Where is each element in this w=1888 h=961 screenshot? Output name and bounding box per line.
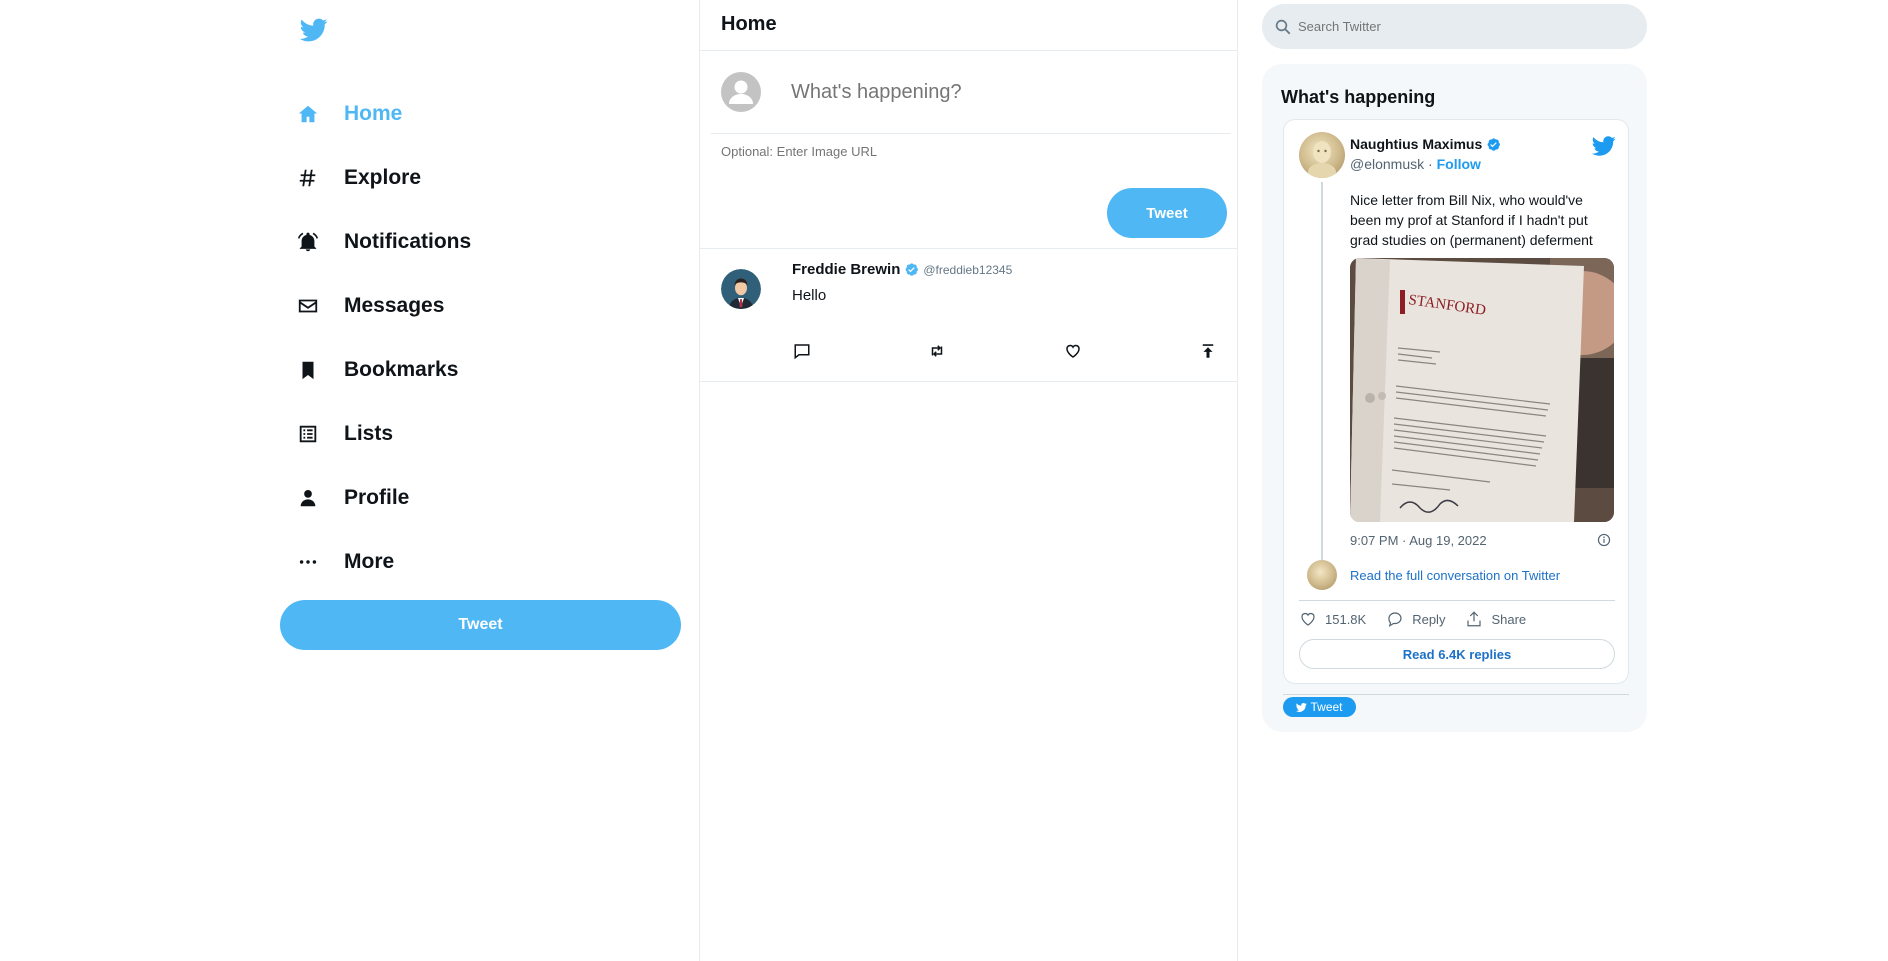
post-actions [792,341,1218,361]
reply-icon[interactable] [792,341,812,361]
reply-label: Reply [1412,611,1446,627]
verified-badge-icon [1487,137,1501,151]
composer-divider [711,133,1231,134]
sidebar-item-label: Lists [344,422,394,445]
avatar [721,72,761,112]
reply-icon [1388,612,1402,628]
embed-author-handle[interactable]: @elonmusk [1350,156,1424,172]
tweet-timestamp[interactable]: 9:07 PM · Aug 19, 2022 [1350,533,1487,548]
sidebar-item-more[interactable]: More [296,530,471,594]
embed-actions: 151.8K Reply Share [1299,610,1546,628]
person-icon [296,486,320,510]
post-author-name[interactable]: Freddie Brewin [792,261,900,278]
search-icon [1275,19,1291,34]
sidebar-item-label: Profile [344,486,410,509]
search-input[interactable] [1298,19,1618,34]
retweet-icon[interactable] [927,341,947,361]
sidebar-item-label: Bookmarks [344,358,459,381]
info-icon[interactable] [1597,533,1611,547]
sidebar-tweet-button[interactable]: Tweet [280,600,681,650]
more-icon [296,550,320,574]
twitter-bird-icon[interactable] [1592,134,1616,158]
bell-icon [296,230,320,254]
avatar[interactable] [1307,560,1337,590]
sidebar-item-home[interactable]: Home [296,82,471,146]
page-title: Home [721,13,777,35]
twitter-bird-icon [1296,702,1308,712]
home-icon [296,102,320,126]
sidebar-item-label: Home [344,102,403,125]
upload-icon [1467,611,1482,627]
image-url-input[interactable] [721,144,1121,159]
avatar[interactable] [1299,132,1345,178]
embedded-tweet[interactable]: Naughtius Maximus @elonmusk · Follow Nic… [1283,119,1629,684]
feed-header: Home [700,0,1237,51]
sidebar-nav: Home Explore Notifications Messages Book… [296,82,471,594]
share-button[interactable]: Share [1465,610,1526,628]
like-count: 151.8K [1325,611,1367,627]
sidebar-item-lists[interactable]: Lists [296,402,471,466]
like-button[interactable]: 151.8K [1299,610,1366,628]
hash-icon [296,166,320,190]
tweet-text-input[interactable] [791,80,1211,104]
share-label: Share [1491,611,1527,627]
sidebar-item-bookmarks[interactable]: Bookmarks [296,338,471,402]
sidebar-item-label: Notifications [344,230,472,253]
sidebar-item-label: Explore [344,166,422,189]
heart-icon [1301,612,1315,626]
embed-tweet-text: Nice letter from Bill Nix, who would've … [1350,192,1593,248]
avatar[interactable] [721,269,761,309]
separator-dot: · [1428,156,1433,172]
sidebar-item-messages[interactable]: Messages [296,274,471,338]
list-icon [296,422,320,446]
compose-tweet-button[interactable]: Tweet [1107,188,1227,238]
post-author-handle[interactable]: @freddieb12345 [923,263,1012,277]
widget-title: What's happening [1281,87,1436,107]
bookmark-icon [296,358,320,382]
search-bar[interactable] [1262,4,1647,49]
sidebar-item-profile[interactable]: Profile [296,466,471,530]
post-text: Hello [792,287,827,304]
like-icon[interactable] [1063,341,1083,361]
letter-photo[interactable]: STANFORD [1350,258,1614,522]
sidebar-item-label: More [344,550,395,573]
whats-happening-widget: What's happening Naughtius Maximus @elon… [1262,64,1647,732]
left-sidebar: Home Explore Notifications Messages Book… [280,0,685,961]
sidebar-item-label: Messages [344,294,445,317]
follow-link[interactable]: Follow [1437,156,1481,172]
sidebar-item-explore[interactable]: Explore [296,146,471,210]
thread-line [1321,182,1323,560]
sidebar-item-notifications[interactable]: Notifications [296,210,471,274]
embed-tweet-label: Tweet [1310,700,1343,714]
read-replies-button[interactable]: Read 6.4K replies [1299,639,1615,669]
tweet-post[interactable]: Freddie Brewin @freddieb12345 Hello [700,249,1237,382]
verified-badge-icon [905,263,919,276]
embed-author-name[interactable]: Naughtius Maximus [1350,136,1482,152]
main-feed: Home Tweet [699,0,1238,961]
read-conversation-link[interactable]: Read the full conversation on Twitter [1350,568,1560,583]
share-icon[interactable] [1198,341,1218,361]
twitter-logo-icon[interactable] [300,16,328,44]
embed-tweet-button[interactable]: Tweet [1283,697,1356,717]
mail-icon [296,294,320,318]
reply-button[interactable]: Reply [1386,610,1445,628]
tweet-composer [700,51,1237,181]
divider [1299,600,1615,601]
divider [1283,694,1629,695]
